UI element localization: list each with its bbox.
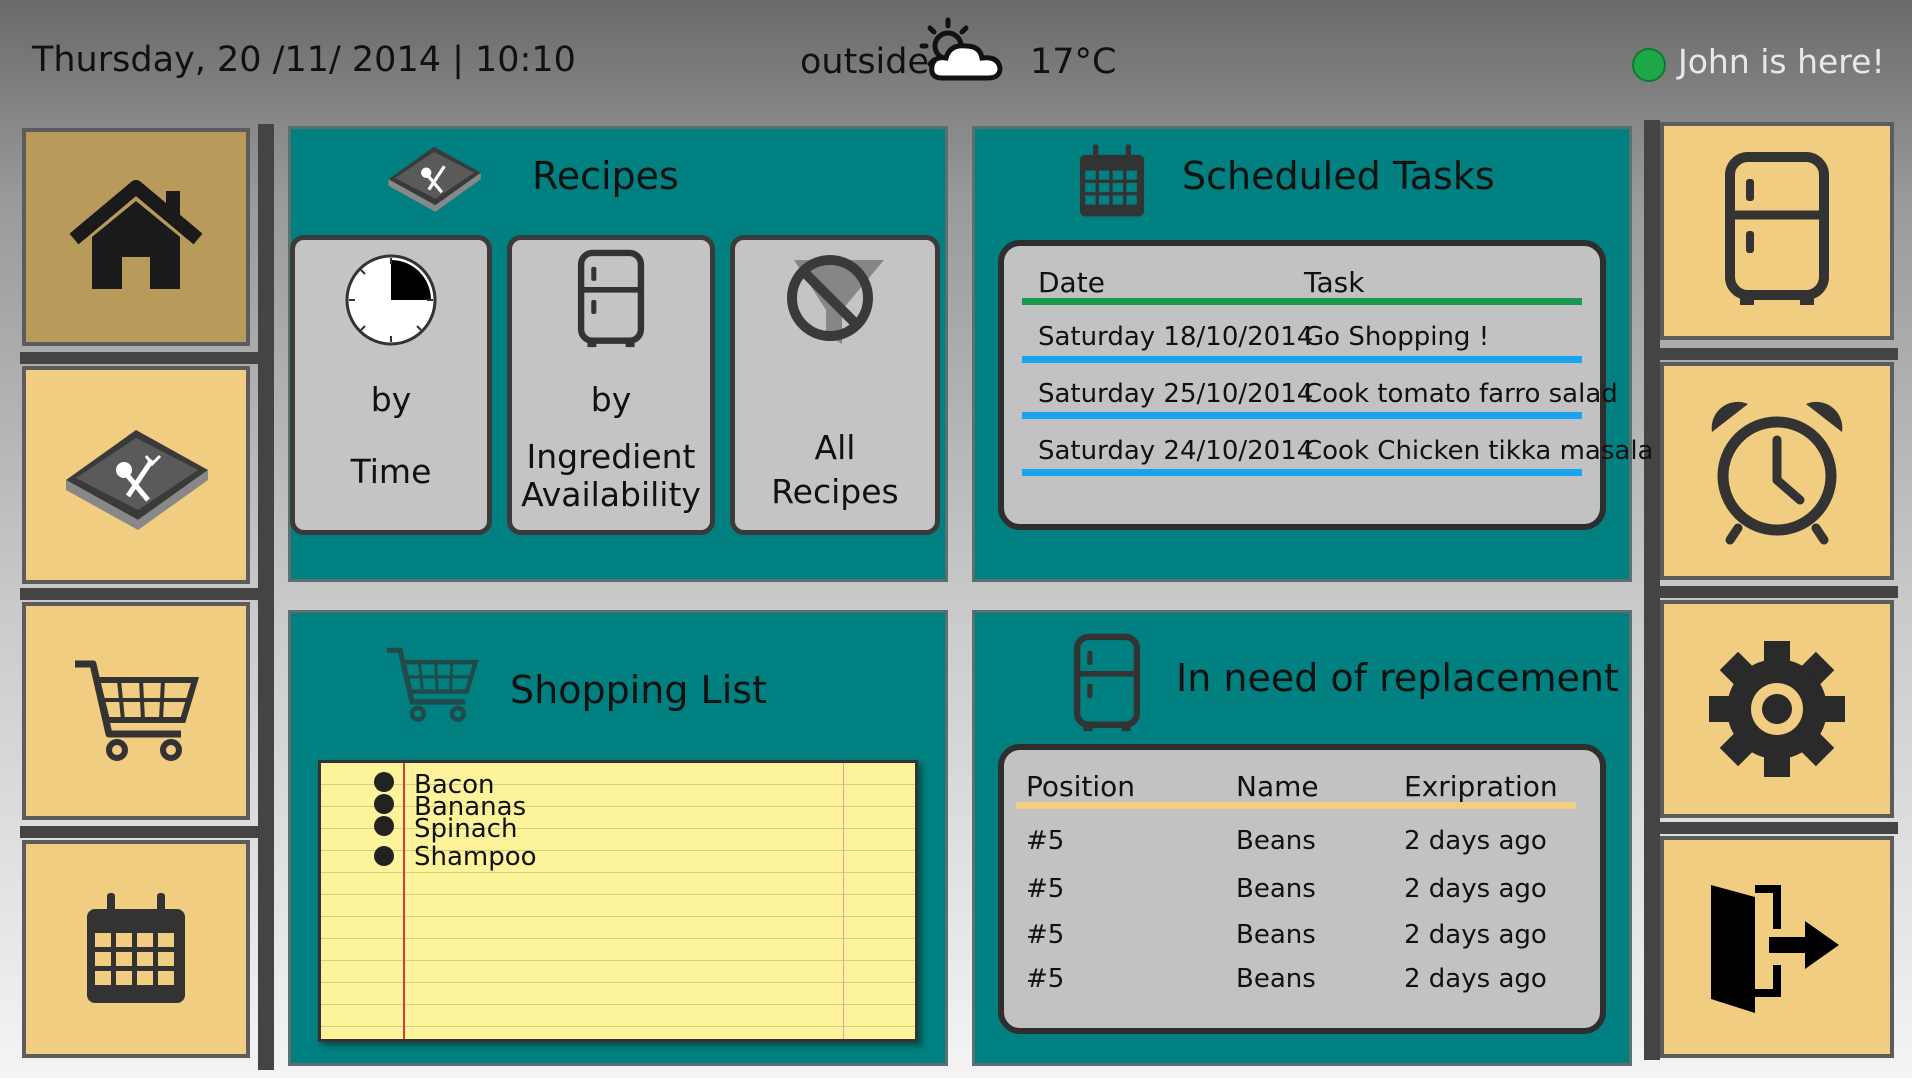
scheduled-tasks-title: Scheduled Tasks [1182,154,1495,198]
exit-icon [1711,885,1839,1013]
replacement-header-name: Name [1236,770,1319,803]
task-row-line [1022,412,1582,419]
no-filter-icon [787,255,884,344]
replacement-header-line [1016,802,1576,809]
shopping-notepad[interactable] [318,760,918,1042]
datetime-display: Thursday, 20 /11/ 2014 | 10:10 [32,40,576,80]
task-row-task[interactable]: Go Shopping ! [1304,322,1489,352]
tasks-header-task: Task [1304,266,1365,299]
partly-cloudy-icon [918,16,1008,86]
left-nav-divider [258,124,274,1070]
task-row-date[interactable]: Saturday 18/10/2014 [1038,322,1313,352]
nav-logout-button[interactable] [1660,836,1894,1058]
notepad-margin-line [843,763,844,1039]
replacement-header-expiration: Exripration [1404,770,1558,803]
cart-icon [384,644,480,730]
list-bullet [374,816,394,836]
replacement-position: #5 [1026,874,1065,904]
fridge-icon [1072,632,1142,740]
replacement-expiration: 2 days ago [1404,964,1547,994]
task-row-line [1022,469,1582,476]
replacement-name: Beans [1236,874,1316,904]
tasks-header-date: Date [1038,266,1105,299]
task-row-task[interactable]: Cook Chicken tikka masala [1304,436,1653,466]
home-icon [69,180,203,289]
nav-recipes-button[interactable] [22,366,250,584]
recipes-title: Recipes [532,154,679,198]
recipes-by-time-button[interactable]: by Time [290,235,492,535]
by-ingredient-label-2: Ingredient [526,437,696,476]
replacement-position: #5 [1026,826,1065,856]
replacement-expiration: 2 days ago [1404,920,1547,950]
list-bullet [374,846,394,866]
nav-settings-button[interactable] [1660,600,1894,818]
gear-icon [1709,641,1845,777]
left-nav-separator [20,588,260,600]
calendar-icon [87,893,185,1003]
cart-icon [75,660,200,761]
replacement-header-position: Position [1026,770,1136,803]
nav-alarm-button[interactable] [1660,362,1894,580]
list-bullet [374,794,394,814]
recipe-book-icon [66,430,208,530]
replacement-position: #5 [1026,920,1065,950]
recipes-by-ingredient-button[interactable]: by Ingredient Availability [507,235,715,535]
replacement-expiration: 2 days ago [1404,826,1547,856]
right-nav-separator [1658,586,1898,598]
replacement-expiration: 2 days ago [1404,874,1547,904]
all-recipes-button[interactable]: All Recipes [730,235,940,535]
all-recipes-label-1: All [814,428,856,467]
task-row-date[interactable]: Saturday 25/10/2014 [1038,379,1313,409]
timer-icon [345,254,437,346]
status-indicator [1632,48,1666,82]
user-status: John is here! [1678,42,1885,81]
replacement-name: Beans [1236,920,1316,950]
left-nav-separator [20,352,260,364]
by-ingredient-label-3: Availability [521,475,701,514]
replacement-name: Beans [1236,826,1316,856]
right-nav-separator [1658,348,1898,360]
shopping-item[interactable]: Shampoo [414,844,537,870]
task-row-line [1022,356,1582,363]
notepad-margin-line [403,763,405,1039]
nav-shopping-button[interactable] [22,602,250,820]
shopping-list-title: Shopping List [510,668,767,712]
list-bullet [374,772,394,792]
alarm-clock-icon [1711,401,1843,545]
task-row-task[interactable]: Cook tomato farro salad [1304,379,1618,409]
replacement-name: Beans [1236,964,1316,994]
right-nav-separator [1658,822,1898,834]
tasks-header-line [1022,298,1582,305]
fridge-icon [577,249,645,348]
task-row-date[interactable]: Saturday 24/10/2014 [1038,436,1313,466]
fridge-icon [1725,152,1829,305]
nav-fridge-button[interactable] [1660,122,1894,340]
replacement-position: #5 [1026,964,1065,994]
left-nav-separator [20,826,260,838]
nav-home-button[interactable] [22,128,250,346]
by-ingredient-label-1: by [590,380,632,419]
by-time-label-1: by [370,380,412,419]
outside-label: outside [800,42,930,82]
all-recipes-label-2: Recipes [771,472,899,511]
calendar-icon [1076,140,1148,226]
temperature-value: 17°C [1030,42,1117,82]
nav-calendar-button[interactable] [22,840,250,1058]
shopping-item[interactable]: Spinach [414,816,517,842]
by-time-label-2: Time [350,452,432,491]
replacement-title: In need of replacement [1176,656,1619,700]
recipe-book-icon [382,138,486,218]
